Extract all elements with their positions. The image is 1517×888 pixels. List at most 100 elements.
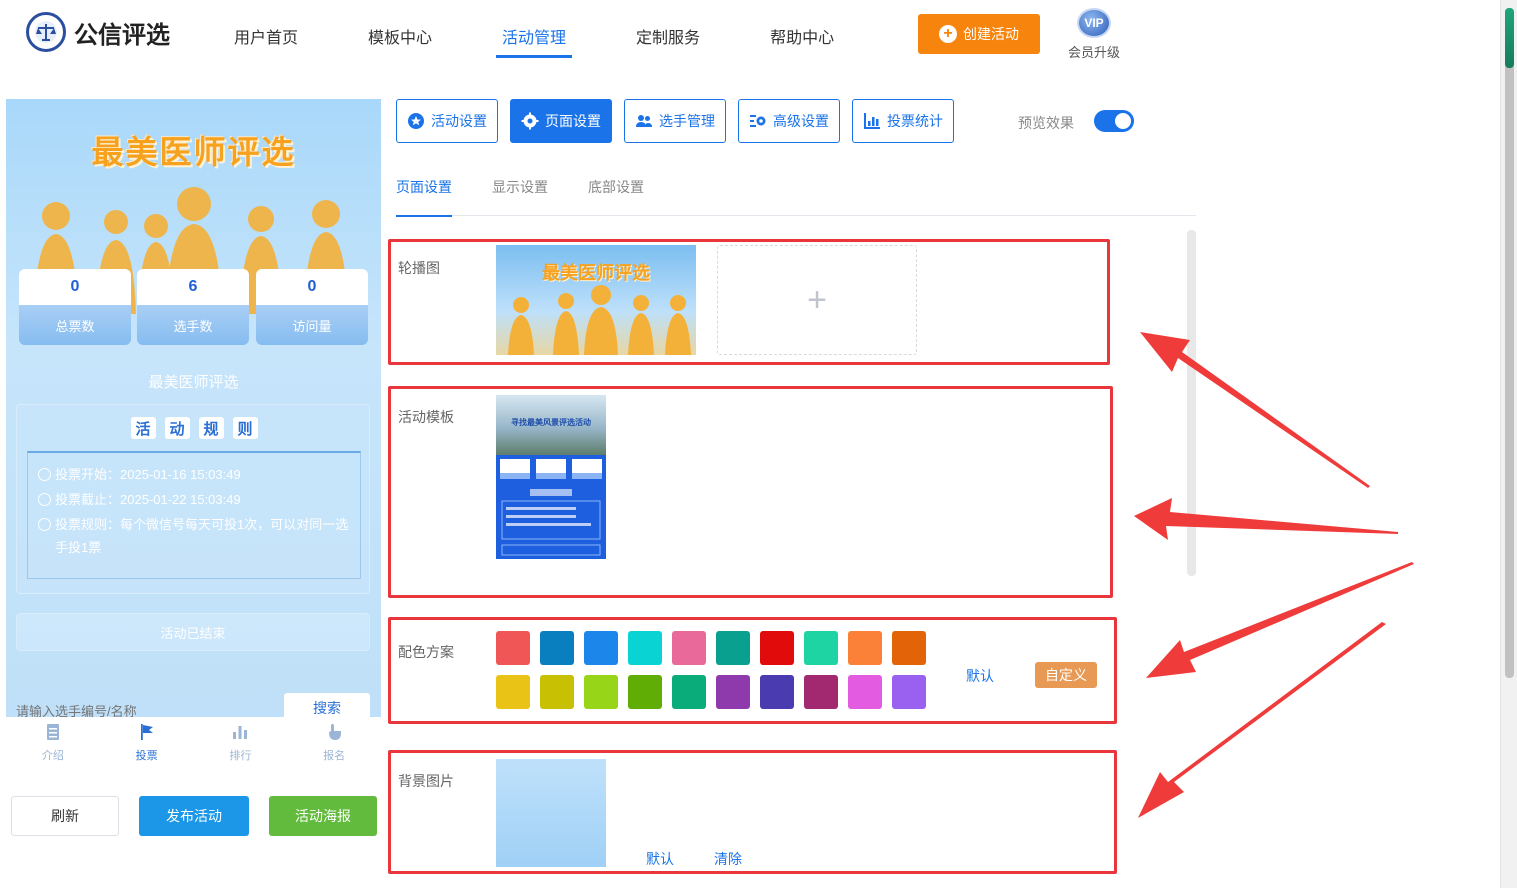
color-swatch[interactable] xyxy=(584,675,618,709)
flag-icon xyxy=(140,724,153,740)
preview-title: 最美医师评选 xyxy=(91,134,296,170)
main-nav: 用户首页 模板中心 活动管理 定制服务 帮助中心 xyxy=(234,24,904,58)
preview-effect-toggle[interactable] xyxy=(1094,110,1134,132)
star-icon xyxy=(408,113,424,129)
tab-label: 介绍 xyxy=(41,750,64,762)
color-swatch[interactable] xyxy=(760,631,794,665)
vote-statistics-button[interactable]: 投票统计 xyxy=(852,99,954,143)
color-swatch[interactable] xyxy=(892,631,926,665)
subtab-footer-settings[interactable]: 底部设置 xyxy=(588,177,644,216)
stat-label: 选手数 xyxy=(137,305,249,345)
vip-badge-icon: VIP xyxy=(1077,8,1111,38)
activity-settings-button[interactable]: 活动设置 xyxy=(396,99,498,143)
tab-intro[interactable]: 介绍 xyxy=(6,717,100,769)
logo[interactable]: 公信评选 xyxy=(26,12,170,52)
create-activity-button[interactable]: + 创建活动 xyxy=(918,14,1040,54)
template-thumb-header: 寻找最美风景评选活动 xyxy=(496,395,606,455)
carousel-image-title: 最美医师评选 xyxy=(542,263,650,283)
stat-label: 总票数 xyxy=(19,305,131,345)
publish-activity-button[interactable]: 发布活动 xyxy=(139,796,249,836)
template-thumbnail[interactable]: 寻找最美风景评选活动 xyxy=(496,395,606,573)
refresh-button[interactable]: 刷新 xyxy=(11,796,119,836)
rules-box: 活 动 规 则 投票开始：2025-01-16 15:03:49 投票截止：20… xyxy=(16,404,370,594)
color-swatch[interactable] xyxy=(584,631,618,665)
color-swatch[interactable] xyxy=(672,675,706,709)
background-clear-link[interactable]: 清除 xyxy=(714,849,742,869)
settings-toolbar: 活动设置 页面设置 选手管理 高级设置 投票统计 xyxy=(396,99,966,143)
tab-vote[interactable]: 投票 xyxy=(100,717,194,769)
rules-heading-char: 活 xyxy=(130,417,156,439)
color-swatch[interactable] xyxy=(804,631,838,665)
custom-color-button[interactable]: 自定义 xyxy=(1035,662,1097,688)
page-scrollbar[interactable] xyxy=(1500,0,1517,888)
logo-text: 公信评选 xyxy=(74,21,170,49)
color-swatch[interactable] xyxy=(496,675,530,709)
activity-poster-button[interactable]: 活动海报 xyxy=(269,796,377,836)
rules-heading-char: 动 xyxy=(164,417,190,439)
stat-visits: 0 访问量 xyxy=(256,269,368,345)
tab-ranking[interactable]: 排行 xyxy=(194,717,288,769)
create-activity-label: 创建活动 xyxy=(963,26,1019,42)
vip-upgrade-label: 会员升级 xyxy=(1067,45,1120,60)
color-swatch[interactable] xyxy=(540,675,574,709)
color-swatch[interactable] xyxy=(628,631,662,665)
color-swatch[interactable] xyxy=(892,675,926,709)
carousel-image[interactable]: 最美医师评选 xyxy=(496,245,696,355)
color-swatch[interactable] xyxy=(628,675,662,709)
nav-help-center[interactable]: 帮助中心 xyxy=(770,24,834,58)
users-icon xyxy=(636,115,652,127)
color-swatch[interactable] xyxy=(672,631,706,665)
preview-effect-label: 预览效果 xyxy=(1018,115,1074,131)
rule-text: 投票截止：2025-01-22 15:03:49 xyxy=(55,492,241,507)
settings-icon xyxy=(750,115,766,127)
toolbar-label: 活动设置 xyxy=(431,113,487,129)
nav-custom-service[interactable]: 定制服务 xyxy=(636,24,700,58)
tab-label: 排行 xyxy=(229,750,252,762)
template-section: 活动模板 寻找最美风景评选活动 xyxy=(388,386,1113,598)
mobile-preview: 最美医师评选 0 总票数 6 选手数 0 访问量 最美医师评选 活 动 规 则 … xyxy=(6,99,381,717)
rules-list: 投票开始：2025-01-16 15:03:49 投票截止：2025-01-22… xyxy=(27,451,361,579)
stat-value: 0 xyxy=(19,269,131,305)
color-swatch[interactable] xyxy=(848,675,882,709)
color-swatch[interactable] xyxy=(716,675,750,709)
color-swatch[interactable] xyxy=(540,631,574,665)
color-swatch[interactable] xyxy=(848,631,882,665)
doctors-thumbnail-icon xyxy=(508,285,691,355)
nav-template-center[interactable]: 模板中心 xyxy=(368,24,432,58)
settings-subtabs: 页面设置 显示设置 底部设置 xyxy=(396,177,1196,217)
nav-user-home[interactable]: 用户首页 xyxy=(234,24,298,58)
color-swatch[interactable] xyxy=(496,631,530,665)
rule-text: 投票规则：每个微信号每天可投1次，可以对同一选手投1票 xyxy=(55,517,349,555)
color-swatch[interactable] xyxy=(804,675,838,709)
vip-upgrade[interactable]: VIP 会员升级 xyxy=(1064,8,1124,61)
info-icon xyxy=(38,518,51,531)
rules-heading-char: 则 xyxy=(232,417,258,439)
stat-total-votes: 0 总票数 xyxy=(19,269,131,345)
scrollbar-accent xyxy=(1505,8,1514,68)
page-settings-button[interactable]: 页面设置 xyxy=(510,99,612,143)
add-carousel-image-button[interactable]: + xyxy=(717,245,917,355)
document-icon xyxy=(46,724,59,740)
rule-item: 投票规则：每个微信号每天可投1次，可以对同一选手投1票 xyxy=(38,511,350,559)
color-swatch[interactable] xyxy=(716,631,750,665)
activity-ended-banner: 活动已结束 xyxy=(16,613,370,651)
subtab-display-settings[interactable]: 显示设置 xyxy=(492,177,548,216)
background-image-thumbnail[interactable] xyxy=(496,759,606,867)
tab-signup[interactable]: 报名 xyxy=(287,717,381,769)
color-swatch[interactable] xyxy=(760,675,794,709)
color-default-link[interactable]: 默认 xyxy=(966,666,994,686)
tab-label: 报名 xyxy=(323,750,346,762)
stat-value: 0 xyxy=(256,269,368,305)
advanced-settings-button[interactable]: 高级设置 xyxy=(738,99,840,143)
subtab-page-settings[interactable]: 页面设置 xyxy=(396,177,452,217)
gear-icon xyxy=(521,112,539,130)
background-default-link[interactable]: 默认 xyxy=(646,849,674,869)
search-button[interactable]: 搜索 xyxy=(284,693,370,717)
nav-activity-management[interactable]: 活动管理 xyxy=(496,24,573,58)
template-thumb-body-icon xyxy=(496,459,606,573)
stat-label: 访问量 xyxy=(256,305,368,345)
contestant-search-input[interactable] xyxy=(16,699,276,717)
contestant-management-button[interactable]: 选手管理 xyxy=(624,99,726,143)
activity-name: 最美医师评选 xyxy=(148,374,239,391)
page-scrollbar-thumb[interactable] xyxy=(1505,8,1514,678)
